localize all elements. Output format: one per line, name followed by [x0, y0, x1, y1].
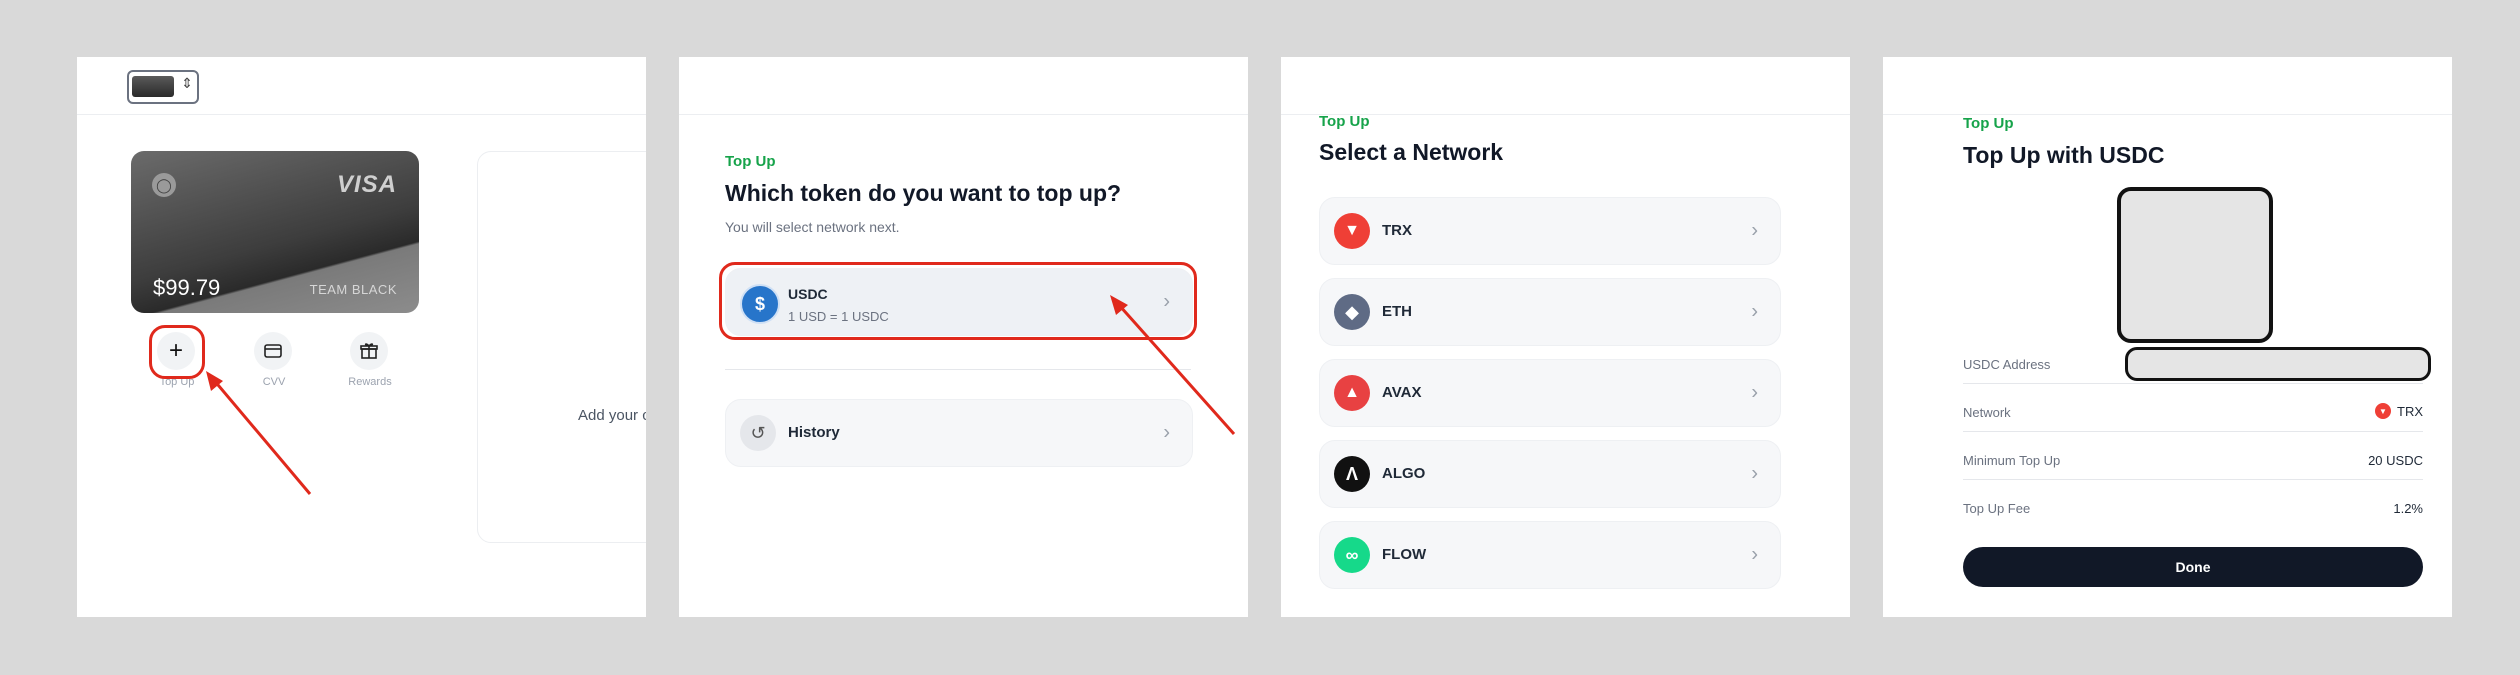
network-value: ▼ TRX — [2375, 403, 2423, 419]
detail-label: Network — [1963, 405, 2011, 420]
network-option-trx[interactable]: ▼ TRX › — [1319, 197, 1781, 265]
flow-icon: ∞ — [1334, 537, 1370, 573]
panel-select-token: Top Up Which token do you want to top up… — [679, 57, 1248, 617]
eyebrow-top-up: Top Up — [1319, 113, 1370, 130]
panel-top-up-details: Top Up Top Up with USDC USDC Address Net… — [1883, 57, 2452, 617]
chevron-right-icon: › — [1751, 543, 1758, 566]
network-option-eth[interactable]: ◆ ETH › — [1319, 278, 1781, 346]
annotation-arrow — [1110, 295, 1236, 435]
network-name: ALGO — [1382, 465, 1426, 482]
detail-row-fee: Top Up Fee 1.2% — [1963, 491, 2423, 527]
network-name: TRX — [1382, 222, 1412, 239]
empty-state-card: Add your c — [477, 151, 646, 543]
network-option-flow[interactable]: ∞ FLOW › — [1319, 521, 1781, 589]
detail-value: TRX — [2397, 403, 2423, 419]
detail-row-network: Network ▼ TRX — [1963, 395, 2423, 432]
header-bar — [1883, 57, 2452, 115]
trx-icon: ▼ — [1334, 213, 1370, 249]
done-button[interactable]: Done — [1963, 547, 2423, 587]
network-option-algo[interactable]: Λ ALGO › — [1319, 440, 1781, 508]
eyebrow-top-up: Top Up — [1963, 115, 2014, 132]
detail-label: Top Up Fee — [1963, 501, 2031, 516]
network-option-avax[interactable]: ▲ AVAX › — [1319, 359, 1781, 427]
detail-label: USDC Address — [1963, 357, 2051, 372]
page-title: Top Up with USDC — [1963, 142, 2165, 168]
chevron-right-icon: › — [1751, 381, 1758, 404]
detail-value: 20 USDC — [2368, 453, 2423, 468]
algo-icon: Λ — [1334, 456, 1370, 492]
detail-row-address: USDC Address — [1963, 347, 2431, 384]
chevron-right-icon: › — [1751, 219, 1758, 242]
chevron-right-icon: › — [1751, 300, 1758, 323]
detail-label: Minimum Top Up — [1963, 453, 2061, 468]
detail-row-minimum: Minimum Top Up 20 USDC — [1963, 443, 2423, 480]
chevron-right-icon: › — [1751, 462, 1758, 485]
address-field-placeholder[interactable] — [2125, 347, 2431, 381]
eth-icon: ◆ — [1334, 294, 1370, 330]
qr-code-placeholder — [2117, 187, 2273, 343]
panel-card-overview: ⇕ ◯ VISA $99.79 TEAM BLACK + Top Up CVV … — [77, 57, 646, 617]
detail-value: 1.2% — [2393, 501, 2423, 516]
network-name: ETH — [1382, 303, 1412, 320]
trx-icon: ▼ — [2375, 403, 2391, 419]
panel-select-network: Top Up Select a Network ▼ TRX › ◆ ETH › … — [1281, 57, 1850, 617]
page-title: Select a Network — [1319, 139, 1504, 165]
network-name: AVAX — [1382, 384, 1422, 401]
empty-state-text: Add your c — [578, 407, 646, 424]
network-name: FLOW — [1382, 546, 1427, 563]
header-bar — [1281, 57, 1850, 115]
avax-icon: ▲ — [1334, 375, 1370, 411]
